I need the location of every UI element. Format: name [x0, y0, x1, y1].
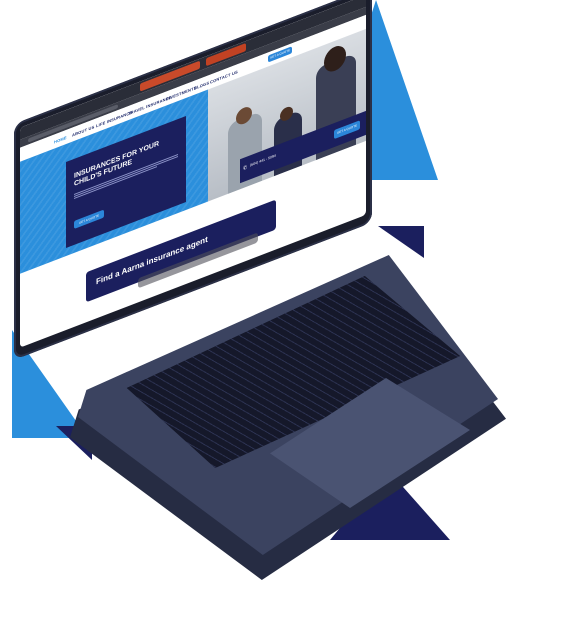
triangle-navy-right	[378, 226, 424, 258]
hero-get-quote-button[interactable]: GET A QUOTE	[74, 209, 104, 229]
scene: HOME ABOUT US LIFE INSURANCE TRAVEL INSU…	[0, 0, 582, 623]
contact-get-quote-button[interactable]: GET A QUOTE	[334, 120, 360, 140]
phone-icon: ✆	[243, 164, 248, 173]
contact-phone[interactable]: (604) 441 - 5094	[250, 153, 276, 167]
